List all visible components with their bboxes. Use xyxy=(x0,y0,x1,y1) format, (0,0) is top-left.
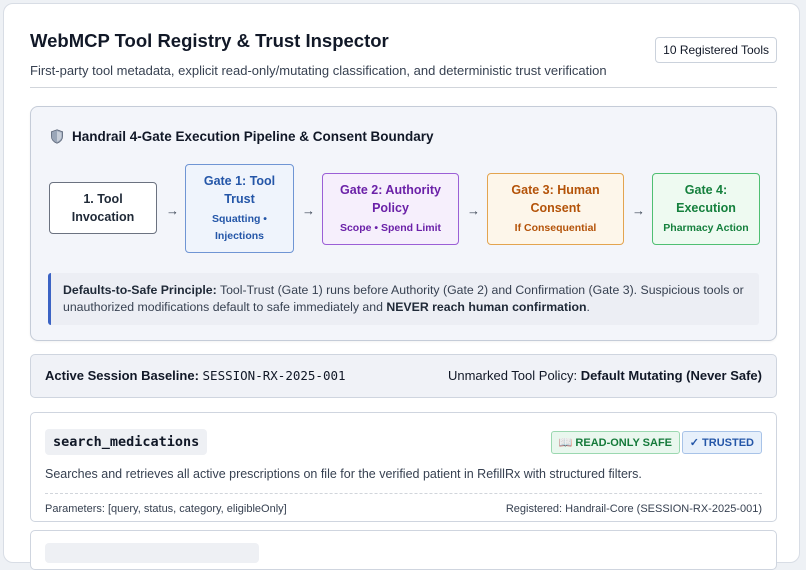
gate-tool-trust: Gate 1: Tool Trust Squatting • Injection… xyxy=(185,164,294,253)
gate-human-consent: Gate 3: Human Consent If Consequential xyxy=(487,173,624,245)
session-bar: Active Session Baseline: SESSION-RX-2025… xyxy=(30,354,777,398)
tool-divider xyxy=(45,493,762,494)
policy-label: Unmarked Tool Policy: xyxy=(447,368,578,383)
page-subtitle: First-party tool metadata, explicit read… xyxy=(30,63,607,78)
gate-authority-policy: Gate 2: Authority Policy Scope • Spend L… xyxy=(322,173,459,245)
registry-page: WebMCP Tool Registry & Trust Inspector F… xyxy=(3,3,800,570)
pipeline-panel: Handrail 4-Gate Execution Pipeline & Con… xyxy=(30,106,777,341)
session-baseline: Active Session Baseline: SESSION-RX-2025… xyxy=(45,368,346,383)
gate-title: 1. Tool Invocation xyxy=(71,192,135,224)
gate-subtitle: Scope • Spend Limit xyxy=(339,222,442,234)
read-only-badge: 📖 READ-ONLY SAFE xyxy=(550,431,680,454)
gate-invocation: 1. Tool Invocation xyxy=(49,182,157,234)
arrow-icon: → xyxy=(302,203,315,218)
tool-card[interactable]: search_medications 📖 READ-ONLY SAFE ✓ TR… xyxy=(30,412,777,522)
gate-title: Gate 3: Human Consent xyxy=(511,183,600,215)
shield-icon xyxy=(51,129,63,144)
gate-title: Gate 1: Tool Trust xyxy=(203,174,276,206)
arrow-icon: → xyxy=(467,203,480,218)
tool-card[interactable] xyxy=(30,530,777,570)
gate-subtitle: If Consequential xyxy=(514,222,597,234)
tool-name xyxy=(45,543,259,563)
header-divider xyxy=(30,87,777,88)
trusted-badge: ✓ TRUSTED xyxy=(681,431,762,454)
page-header: WebMCP Tool Registry & Trust Inspector F… xyxy=(30,30,777,78)
gate-title: Gate 4: Execution xyxy=(676,183,736,215)
gate-subtitle: Pharmacy Action xyxy=(663,222,749,234)
note-emphasis: NEVER reach human confirmation xyxy=(386,300,587,314)
defaults-to-safe-note: Defaults-to-Safe Principle: Tool-Trust (… xyxy=(48,273,759,325)
arrow-icon: → xyxy=(632,203,645,218)
tool-parameters: Parameters: [query, status, category, el… xyxy=(45,503,287,515)
registered-tools-badge: 10 Registered Tools xyxy=(655,37,777,63)
tool-name: search_medications xyxy=(45,429,208,455)
pipeline-header: Handrail 4-Gate Execution Pipeline & Con… xyxy=(50,129,434,144)
gate-execution: Gate 4: Execution Pharmacy Action xyxy=(652,173,760,245)
tool-description: Searches and retrieves all active prescr… xyxy=(45,467,642,481)
pipeline-title: Handrail 4-Gate Execution Pipeline & Con… xyxy=(72,129,434,144)
gate-title: Gate 2: Authority Policy xyxy=(340,183,441,215)
note-lead: Defaults-to-Safe Principle: xyxy=(63,283,217,297)
policy-value: Default Mutating (Never Safe) xyxy=(580,368,762,383)
arrow-icon: → xyxy=(166,203,179,218)
gate-subtitle: Squatting • Injections xyxy=(211,213,267,242)
baseline-label: Active Session Baseline: xyxy=(45,368,199,383)
unmarked-tool-policy: Unmarked Tool Policy: Default Mutating (… xyxy=(448,368,762,383)
note-tail: . xyxy=(586,300,590,314)
tool-registration: Registered: Handrail-Core (SESSION-RX-20… xyxy=(505,503,762,515)
baseline-value: SESSION-RX-2025-001 xyxy=(202,368,346,383)
